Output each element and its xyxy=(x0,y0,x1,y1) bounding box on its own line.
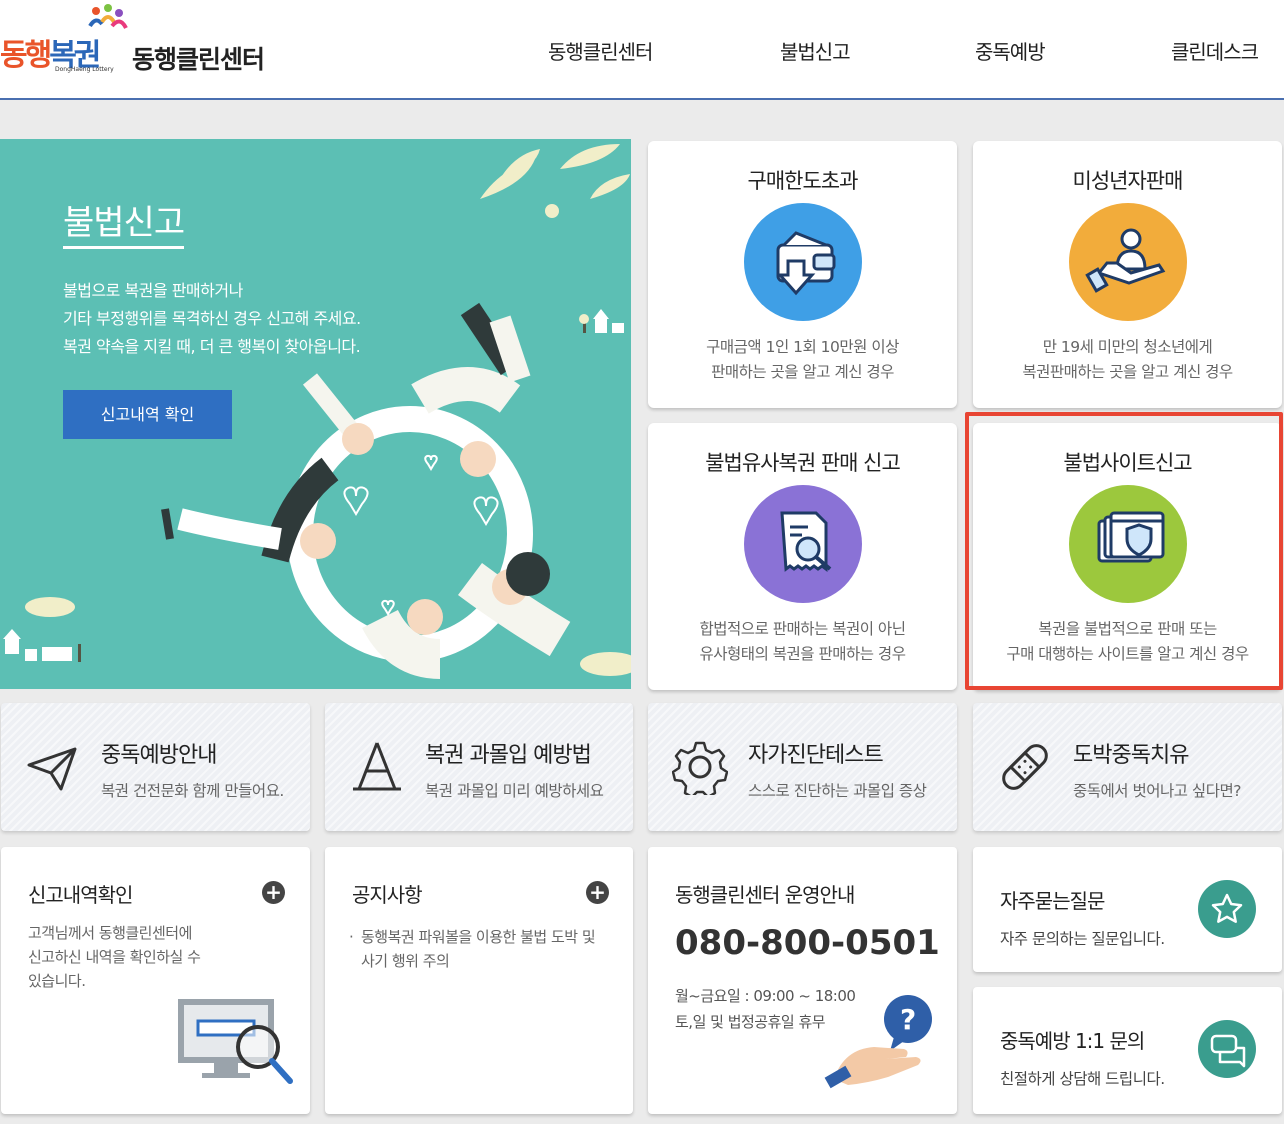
shortcut-addiction-guide[interactable]: 중독예방안내 복권 건전문화 함께 만들어요. xyxy=(1,703,310,831)
a-sign-icon xyxy=(353,742,401,791)
illegal-report-banner: 불법신고 불법으로 복권을 판매하거나 기타 부정행위를 목격하신 경우 신고해… xyxy=(0,139,631,689)
report-check-card[interactable]: 신고내역확인 + 고객님께서 동행클린센터에 신고하신 내역을 확인하실 수 있… xyxy=(1,847,310,1114)
service-title: 불법유사복권 판매 신고 xyxy=(705,451,901,475)
svg-text:?: ? xyxy=(900,1003,916,1036)
report-history-button[interactable]: 신고내역 확인 xyxy=(63,390,232,439)
monitor-magnifier-icon xyxy=(178,999,293,1084)
inquiry-title: 중독예방 1:1 문의 xyxy=(1000,1029,1145,1053)
center-info-card: 동행클린센터 운영안내 080-800-0501 월~금요일 : 09:00 ~… xyxy=(648,847,957,1114)
nav-illegal-report[interactable]: 불법신고 xyxy=(780,36,851,65)
inquiry-subtitle: 친절하게 상담해 드립니다. xyxy=(1000,1070,1165,1088)
shortcut-title: 복권 과몰입 예방법 xyxy=(425,743,592,768)
notice-item[interactable]: · 동행복권 파워볼을 이용한 불법 도박 및 사기 행위 주의 xyxy=(349,925,596,973)
shortcut-title: 자가진단테스트 xyxy=(748,743,884,768)
chat-bubble-icon xyxy=(1198,1020,1256,1078)
plus-icon[interactable]: + xyxy=(262,881,285,904)
service-title: 구매한도초과 xyxy=(747,169,859,193)
hand-question-icon: ? xyxy=(824,995,932,1089)
gear-icon xyxy=(672,741,728,795)
service-card-minor-sales[interactable]: 미성년자판매 만 19세 미만의 청소년에게 복권판매하는 곳을 알고 계신 경우 xyxy=(973,141,1282,408)
bandage-icon xyxy=(1002,744,1048,790)
plus-icon[interactable]: + xyxy=(586,881,609,904)
shortcut-overimmersion-prevention[interactable]: 복권 과몰입 예방법 복권 과몰입 미리 예방하세요 xyxy=(325,703,633,831)
center-info-title: 동행클린센터 운영안내 xyxy=(675,883,855,907)
service-card-illegal-site[interactable]: 불법사이트신고 복권을 불법적으로 판매 또는 구매 대행하는 사이트를 알고 계… xyxy=(973,423,1282,690)
faq-title: 자주묻는질문 xyxy=(1000,889,1105,913)
paper-plane-icon xyxy=(27,747,77,791)
nav-clean-center[interactable]: 동행클린센터 xyxy=(548,36,653,65)
faq-subtitle: 자주 문의하는 질문입니다. xyxy=(1000,930,1165,948)
service-description: 합법적으로 판매하는 복권이 아닌 유사형태의 복권을 판매하는 경우 xyxy=(699,620,906,663)
banner-title: 불법신고 xyxy=(63,195,185,249)
shortcut-subtitle: 중독에서 벗어나고 싶다면? xyxy=(1073,782,1241,800)
shortcut-subtitle: 복권 건전문화 함께 만들어요. xyxy=(101,782,284,800)
nav-clean-desk[interactable]: 클린데스크 xyxy=(1171,36,1259,65)
browser-shield-icon xyxy=(1068,485,1187,603)
phone-number: 080-800-0501 xyxy=(675,923,940,963)
shortcut-title: 도박중독치유 xyxy=(1073,743,1189,768)
shortcut-gambling-treatment[interactable]: 도박중독치유 중독에서 벗어나고 싶다면? xyxy=(973,703,1282,831)
service-title: 미성년자판매 xyxy=(1072,169,1184,193)
shortcut-subtitle: 스스로 진단하는 과몰입 증상 xyxy=(748,782,927,800)
faq-card[interactable]: 자주묻는질문 자주 문의하는 질문입니다. xyxy=(973,847,1282,972)
service-title: 불법사이트신고 xyxy=(1063,451,1192,475)
site-name: 동행클린센터 xyxy=(132,45,265,74)
shortcut-self-test[interactable]: 자가진단테스트 스스로 진단하는 과몰입 증상 xyxy=(648,703,957,831)
document-magnifier-icon xyxy=(743,485,862,603)
header: 동행복권 DongHaeng Lottery 동행클린센터 동행클린센터 불법신… xyxy=(0,0,1284,100)
inquiry-card[interactable]: 중독예방 1:1 문의 친절하게 상담해 드립니다. xyxy=(973,987,1282,1114)
service-card-similar-lottery[interactable]: 불법유사복권 판매 신고 합법적으로 판매하는 복권이 아닌 유사형태의 복권을 … xyxy=(648,423,957,690)
shortcut-title: 중독예방안내 xyxy=(101,743,217,768)
service-description: 만 19세 미만의 청소년에게 복권판매하는 곳을 알고 계신 경우 xyxy=(1022,338,1233,381)
banner-description: 불법으로 복권을 판매하거나 기타 부정행위를 목격하신 경우 신고해 주세요.… xyxy=(63,281,361,356)
notice-title: 공지사항 xyxy=(352,883,423,907)
report-check-text: 고객님께서 동행클린센터에 신고하신 내역을 확인하실 수 있습니다. xyxy=(28,924,201,990)
wallet-down-icon xyxy=(743,203,862,321)
logo-subtext: DongHaeng Lottery xyxy=(55,66,114,73)
service-card-purchase-limit[interactable]: 구매한도초과 구매금액 1인 1회 10만원 이상 판매하는 곳을 알고 계신 경… xyxy=(648,141,957,408)
service-description: 구매금액 1인 1회 10만원 이상 판매하는 곳을 알고 계신 경우 xyxy=(706,338,899,381)
notice-card[interactable]: 공지사항 + · 동행복권 파워볼을 이용한 불법 도박 및 사기 행위 주의 xyxy=(325,847,633,1114)
nav-addiction-prevention[interactable]: 중독예방 xyxy=(975,36,1046,65)
site-logo[interactable]: 동행복권 DongHaeng Lottery xyxy=(0,4,128,74)
star-icon xyxy=(1198,880,1256,938)
report-check-title: 신고내역확인 xyxy=(28,883,133,907)
shortcut-subtitle: 복권 과몰입 미리 예방하세요 xyxy=(425,782,604,800)
service-description: 복권을 불법적으로 판매 또는 구매 대행하는 사이트를 알고 계신 경우 xyxy=(1006,620,1249,663)
hand-person-icon xyxy=(1068,203,1187,321)
